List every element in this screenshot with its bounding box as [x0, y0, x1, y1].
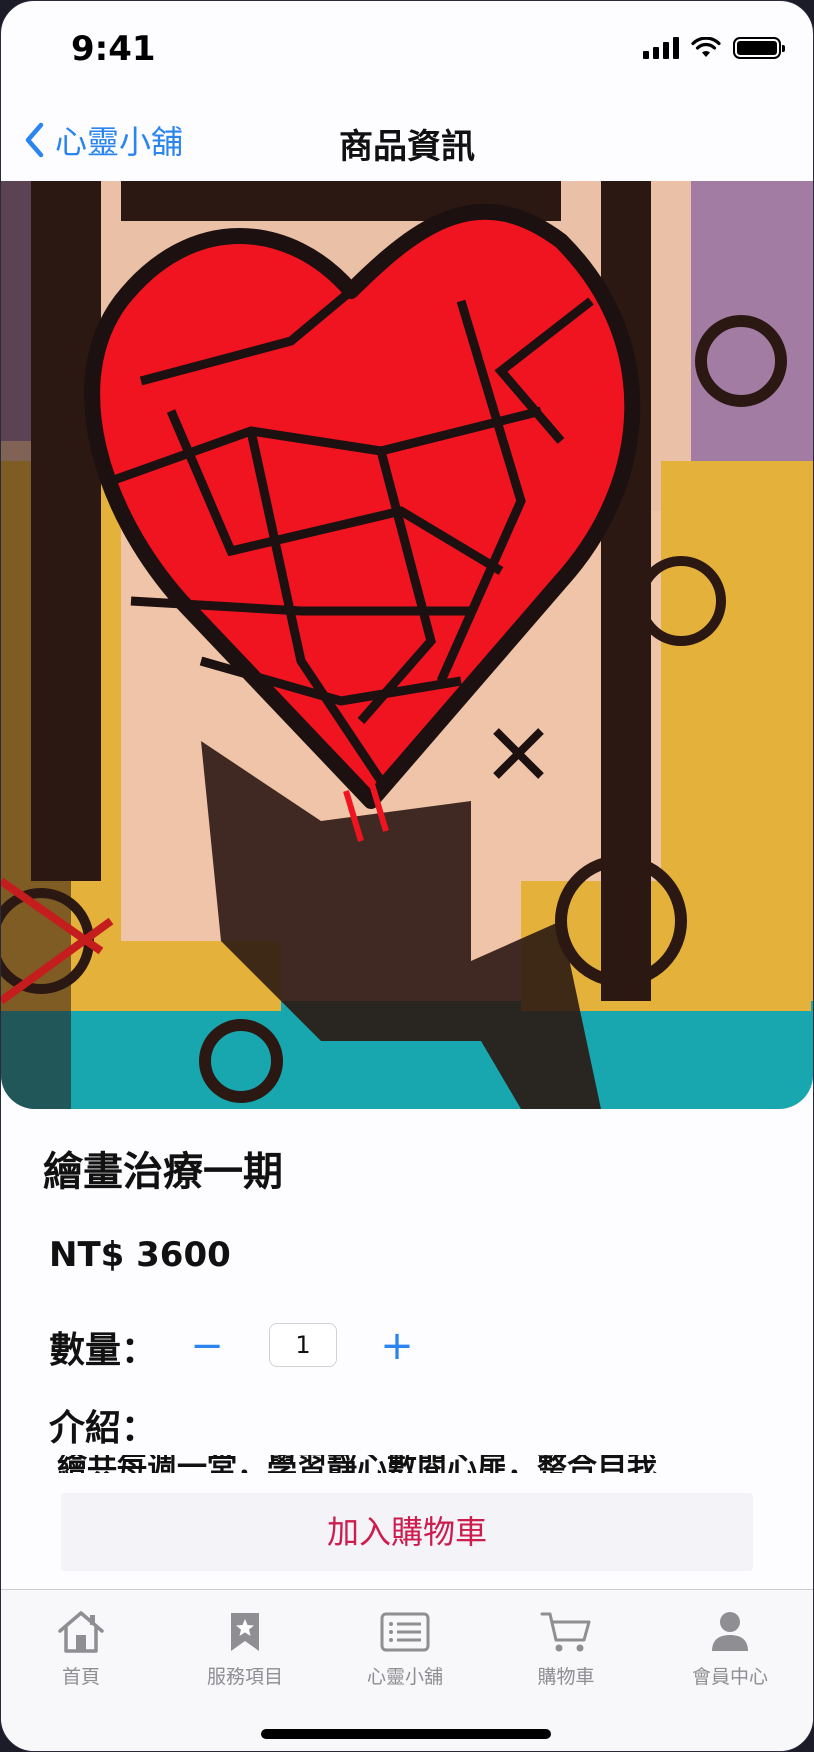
- battery-icon: [733, 37, 785, 59]
- bookmark-star-icon: [231, 1613, 259, 1651]
- product-name: 繪畫治療一期: [43, 1149, 283, 1195]
- tab-home[interactable]: 首頁: [21, 1608, 141, 1689]
- decrease-quantity-button[interactable]: −: [187, 1323, 227, 1369]
- cart-icon: [540, 1612, 591, 1652]
- intro-text: 繪共每週一堂，學習靜心數閱心扉，整合自我: [57, 1455, 657, 1473]
- product-image: [1, 181, 813, 1109]
- status-time: 9:41: [71, 29, 156, 69]
- tab-cart[interactable]: 購物車: [506, 1608, 626, 1689]
- tab-cart-label: 購物車: [537, 1666, 595, 1688]
- home-icon: [58, 1611, 104, 1653]
- tab-shop-label: 心靈小舖: [366, 1666, 443, 1688]
- tab-member[interactable]: 會員中心: [670, 1608, 790, 1689]
- product-price: NT$ 3600: [49, 1235, 231, 1275]
- quantity-field[interactable]: 1: [269, 1323, 337, 1367]
- list-icon: [380, 1612, 430, 1652]
- home-indicator: [261, 1729, 551, 1739]
- add-to-cart-button[interactable]: 加入購物車: [61, 1493, 753, 1571]
- page-title: 商品資訊: [339, 127, 475, 167]
- status-icons: [643, 37, 785, 59]
- tab-member-label: 會員中心: [691, 1666, 768, 1688]
- navigation-bar: 心靈小舖 商品資訊: [1, 101, 813, 182]
- tab-bar: 首頁 服務項目 心靈小舖 購物車 會員中心: [1, 1589, 813, 1751]
- status-bar: 9:41: [1, 1, 813, 101]
- tab-home-label: 首頁: [61, 1666, 100, 1688]
- person-icon: [712, 1612, 748, 1651]
- tab-services-label: 服務項目: [206, 1666, 283, 1688]
- tab-services[interactable]: 服務項目: [185, 1608, 305, 1689]
- intro-text-container[interactable]: 繪共每週一堂，學習靜心數閱心扉，整合自我: [57, 1455, 777, 1473]
- phone-screen: 9:41 心靈小舖 商品資訊 繪畫治療一期 NT$ 3600 數量： − 1 +…: [0, 0, 814, 1752]
- cellular-signal-icon: [643, 37, 679, 59]
- intro-label: 介紹：: [49, 1408, 158, 1449]
- tab-shop[interactable]: 心靈小舖: [345, 1608, 465, 1689]
- quantity-label: 數量：: [49, 1330, 158, 1371]
- wifi-icon: [691, 37, 721, 57]
- increase-quantity-button[interactable]: +: [377, 1323, 417, 1369]
